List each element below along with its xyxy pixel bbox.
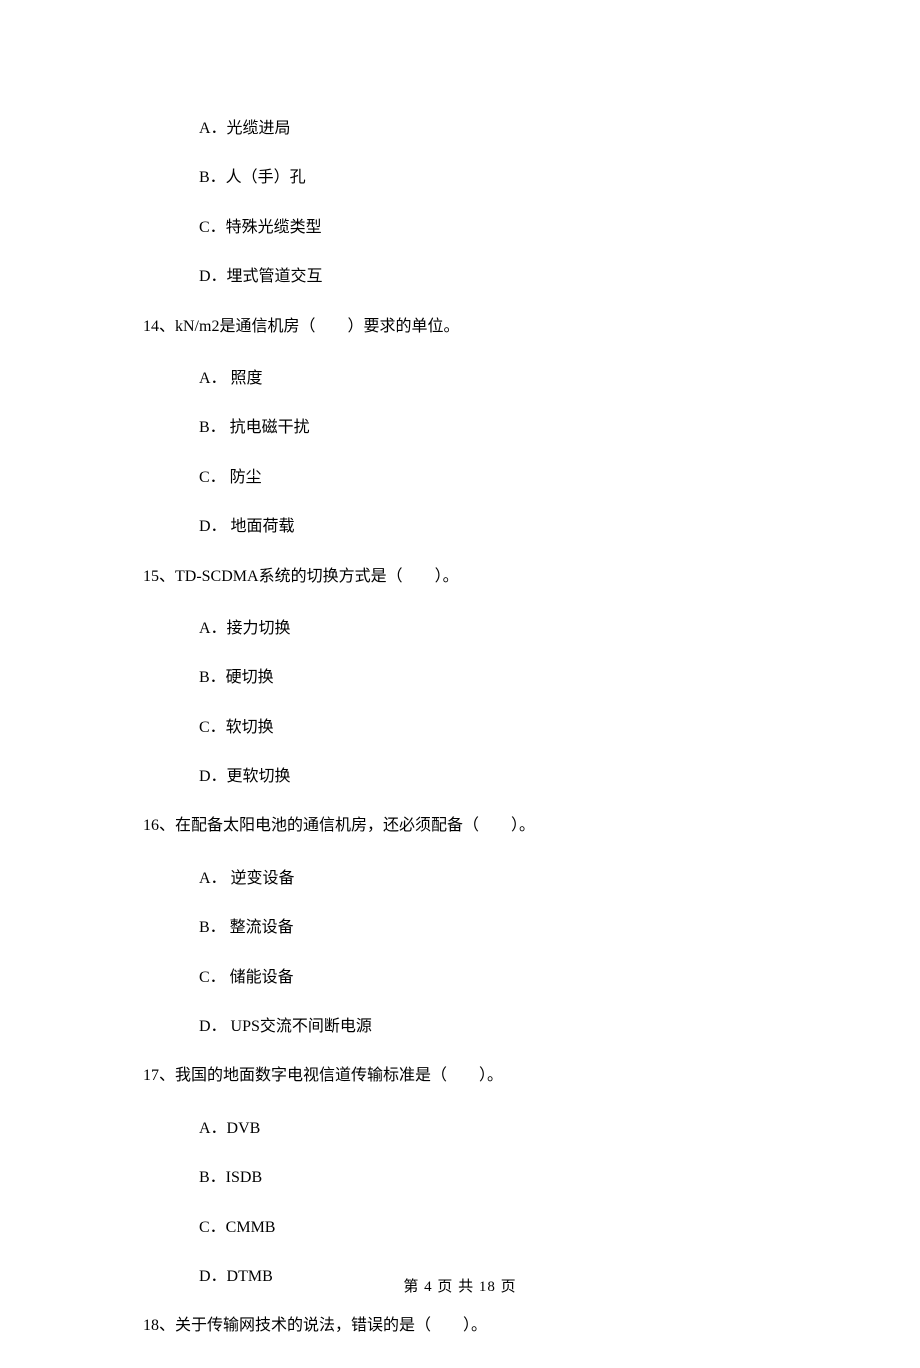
- option-c: C． 储能设备: [143, 967, 820, 989]
- option-d: D．埋式管道交互: [143, 266, 820, 288]
- option-b: B． 整流设备: [143, 917, 820, 939]
- question-18-stem: 18、关于传输网技术的说法，错误的是（ ）。: [143, 1315, 820, 1337]
- option-c: C． 防尘: [143, 467, 820, 489]
- option-a: A． 照度: [143, 368, 820, 390]
- question-17-stem: 17、我国的地面数字电视信道传输标准是（ ）。: [143, 1065, 820, 1087]
- document-page: A．光缆进局 B．人（手）孔 C．特殊光缆类型 D．埋式管道交互 14、kN/m…: [0, 0, 920, 1338]
- option-c: C．特殊光缆类型: [143, 217, 820, 239]
- option-d: D． UPS交流不间断电源: [143, 1016, 820, 1038]
- option-b: B．硬切换: [143, 667, 820, 689]
- option-a: A．接力切换: [143, 618, 820, 640]
- option-b: B．ISDB: [143, 1167, 820, 1189]
- option-a: A． 逆变设备: [143, 868, 820, 890]
- option-c: C．CMMB: [143, 1217, 820, 1239]
- page-footer: 第 4 页 共 18 页: [0, 1277, 920, 1298]
- option-d: D． 地面荷载: [143, 516, 820, 538]
- question-15-stem: 15、TD-SCDMA系统的切换方式是（ ）。: [143, 566, 820, 588]
- option-b: B． 抗电磁干扰: [143, 417, 820, 439]
- option-d: D．更软切换: [143, 766, 820, 788]
- option-c: C．软切换: [143, 717, 820, 739]
- question-16-stem: 16、在配备太阳电池的通信机房，还必须配备（ ）。: [143, 815, 820, 837]
- question-14-stem: 14、kN/m2是通信机房（ ）要求的单位。: [143, 316, 820, 338]
- option-b: B．人（手）孔: [143, 167, 820, 189]
- option-a: A．光缆进局: [143, 118, 820, 140]
- option-a: A．DVB: [143, 1118, 820, 1140]
